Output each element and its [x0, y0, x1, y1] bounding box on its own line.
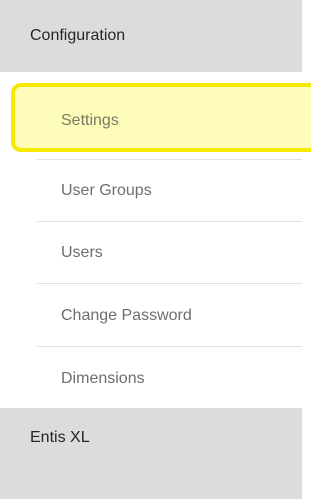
sidebar-item-settings-label: Settings: [61, 112, 119, 129]
section-header-configuration-label: Configuration: [30, 27, 126, 44]
sidebar-item-user-groups-label: User Groups: [61, 182, 152, 199]
sidebar-item-change-password[interactable]: Change Password: [0, 285, 302, 347]
divider: [37, 283, 302, 284]
section-header-entis-xl-label: Entis XL: [30, 429, 90, 446]
sidebar-item-change-password-label: Change Password: [61, 307, 192, 324]
sidebar-item-user-groups[interactable]: User Groups: [0, 160, 302, 222]
sidebar-item-users-label: Users: [61, 244, 103, 261]
sidebar-navigation: Configuration Settings User Groups Users…: [0, 0, 311, 499]
divider: [37, 346, 302, 347]
section-header-configuration[interactable]: Configuration: [0, 0, 302, 72]
sidebar-item-dimensions-label: Dimensions: [61, 370, 145, 387]
section-header-entis-xl[interactable]: Entis XL: [0, 408, 302, 499]
sidebar-item-settings[interactable]: Settings: [11, 83, 311, 152]
sidebar-item-users[interactable]: Users: [0, 222, 302, 284]
sidebar-item-dimensions[interactable]: Dimensions: [0, 348, 302, 410]
